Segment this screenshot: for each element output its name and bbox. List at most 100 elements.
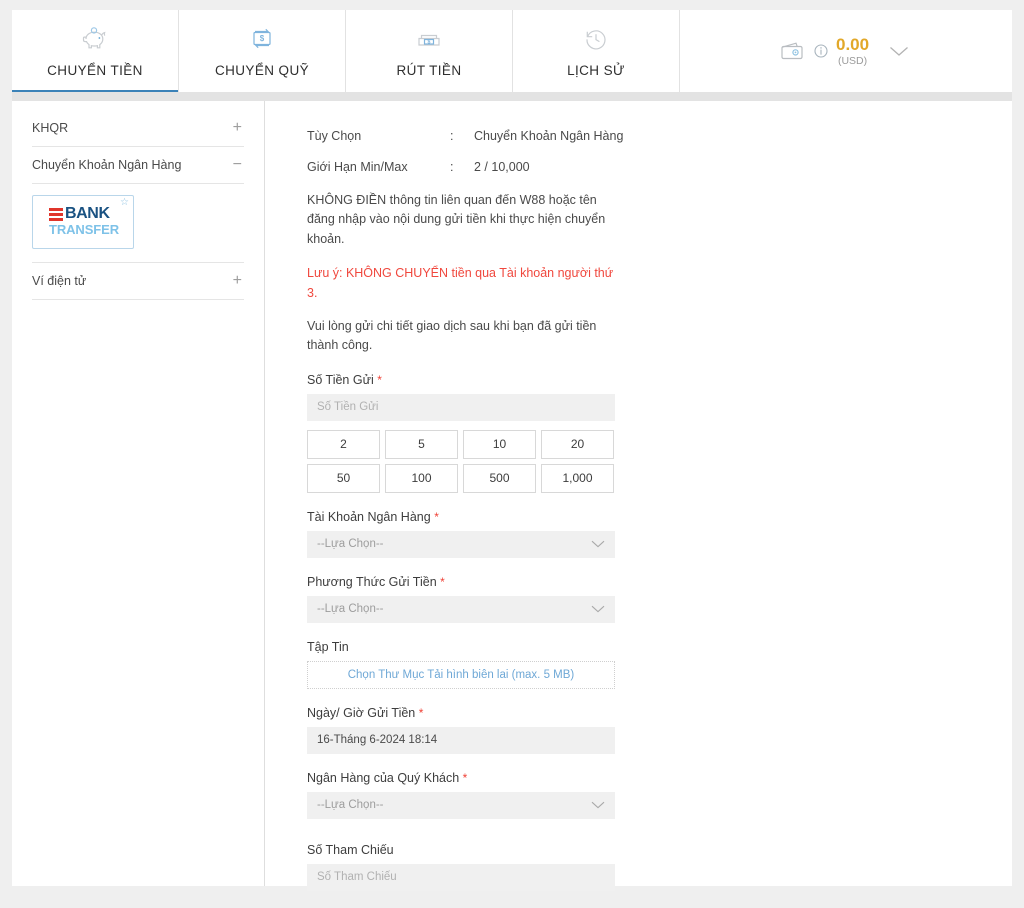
field-file-upload: Tập Tin Chọn Thư Mục Tải hình biên lai (… bbox=[307, 640, 615, 689]
wallet-icon bbox=[780, 40, 806, 62]
field-label: Số Tiền Gửi * bbox=[307, 373, 615, 387]
tab-chuyen-tien[interactable]: CHUYỂN TIỀN bbox=[12, 10, 179, 94]
info-key: Tùy Chọn bbox=[307, 129, 362, 143]
quick-amount-button[interactable]: 100 bbox=[385, 463, 458, 493]
star-icon[interactable]: ☆ bbox=[120, 198, 129, 208]
notice-text-primary: KHÔNG ĐIỀN thông tin liên quan đến W88 h… bbox=[307, 193, 606, 246]
tab-chuyen-quy[interactable]: $ CHUYỂN QUỸ bbox=[179, 10, 346, 92]
required-marker: * bbox=[440, 574, 445, 589]
sidebar-item-label: Chuyển Khoản Ngân Hàng bbox=[32, 158, 182, 172]
quick-amount-button[interactable]: 50 bbox=[307, 463, 380, 493]
tab-label: CHUYỂN TIỀN bbox=[47, 63, 143, 78]
red-bars-icon bbox=[49, 207, 63, 221]
quick-amount-grid: 2 5 10 20 50 100 500 1,000 bbox=[307, 429, 615, 493]
tab-label: LỊCH SỬ bbox=[567, 63, 625, 78]
transfer-funds-icon: $ bbox=[249, 24, 275, 54]
select-value: --Lựa Chọn-- bbox=[317, 799, 384, 812]
plus-icon[interactable]: + bbox=[233, 273, 244, 289]
sidebar-item-khqr[interactable]: KHQR + bbox=[32, 110, 244, 147]
tab-label: CHUYỂN QUỸ bbox=[214, 63, 309, 78]
quick-amount-button[interactable]: 10 bbox=[463, 429, 536, 459]
required-marker: * bbox=[462, 770, 468, 785]
required-marker: * bbox=[434, 509, 439, 524]
datetime-input[interactable]: 16-Tháng 6-2024 18:14 bbox=[307, 726, 615, 754]
quick-amount-button[interactable]: 20 bbox=[541, 429, 614, 459]
quick-amount-button[interactable]: 2 bbox=[307, 429, 380, 459]
label-text: Tập Tin bbox=[307, 639, 349, 654]
sidebar-item-label: KHQR bbox=[32, 121, 69, 135]
chevron-down-icon bbox=[591, 801, 605, 809]
sidebar-item-bank-transfer[interactable]: Chuyển Khoản Ngân Hàng − bbox=[32, 147, 244, 184]
select-value: --Lựa Chọn-- bbox=[317, 538, 384, 551]
amount-placeholder: Số Tiền Gửi bbox=[317, 401, 379, 414]
svg-text:$: $ bbox=[428, 39, 431, 45]
bank-logo-name: BANK bbox=[65, 205, 110, 223]
label-text: Số Tham Chiếu bbox=[307, 842, 394, 857]
bank-transfer-card[interactable]: ☆ BANK TRANSFER bbox=[32, 195, 134, 249]
content-area: KHQR + Chuyển Khoản Ngân Hàng − ☆ BANK T… bbox=[12, 101, 1012, 891]
info-value: Chuyển Khoản Ngân Hàng bbox=[474, 129, 624, 143]
label-text: Ngày/ Giờ Gửi Tiền bbox=[307, 705, 416, 720]
customer-bank-select[interactable]: --Lựa Chọn-- bbox=[307, 791, 615, 819]
quick-amount-button[interactable]: 5 bbox=[385, 429, 458, 459]
notice-text-secondary: Vui lòng gửi chi tiết giao dịch sau khi … bbox=[307, 318, 597, 353]
info-key: Giới Hạn Min/Max bbox=[307, 160, 408, 174]
bank-logo-subname: TRANSFER bbox=[49, 222, 119, 238]
page-root: CHUYỂN TIỀN $ CHUYỂN QUỸ $ RÚT TIỀN LỊCH… bbox=[0, 0, 1024, 908]
info-value: 2 / 10,000 bbox=[474, 160, 530, 174]
info-row-option: Tùy Chọn : Chuyển Khoản Ngân Hàng bbox=[307, 129, 1012, 143]
amount-input[interactable]: Số Tiền Gửi bbox=[307, 393, 615, 421]
file-upload-button[interactable]: Chọn Thư Mục Tải hình biên lai (max. 5 M… bbox=[307, 660, 615, 689]
info-row-limit: Giới Hạn Min/Max : 2 / 10,000 bbox=[307, 160, 1012, 174]
field-bank-account: Tài Khoản Ngân Hàng * --Lựa Chọn-- bbox=[307, 510, 615, 558]
quick-amount-button[interactable]: 500 bbox=[463, 463, 536, 493]
required-marker: * bbox=[377, 372, 382, 387]
info-separator: : bbox=[450, 129, 454, 143]
balance-currency: (USD) bbox=[837, 54, 868, 67]
wallet-balance[interactable]: 0.00 (USD) bbox=[780, 36, 909, 67]
field-label: Tập Tin bbox=[307, 640, 615, 654]
balance-amount-block: 0.00 (USD) bbox=[836, 36, 869, 67]
tab-lich-su[interactable]: LỊCH SỬ bbox=[513, 10, 680, 92]
chevron-down-icon bbox=[591, 540, 605, 548]
field-label: Ngày/ Giờ Gửi Tiền * bbox=[307, 706, 615, 720]
label-text: Tài Khoản Ngân Hàng bbox=[307, 509, 431, 524]
header-divider-band bbox=[12, 92, 1012, 101]
deposit-method-select[interactable]: --Lựa Chọn-- bbox=[307, 595, 615, 623]
quick-amount-button[interactable]: 1,000 bbox=[541, 463, 614, 493]
bank-logo-top: BANK bbox=[49, 206, 110, 222]
field-label: Phương Thức Gửi Tiền * bbox=[307, 575, 615, 589]
main-tab-bar: CHUYỂN TIỀN $ CHUYỂN QUỸ $ RÚT TIỀN LỊCH… bbox=[12, 10, 1012, 94]
field-label: Ngân Hàng của Quý Khách * bbox=[307, 771, 615, 785]
notice-text-warning: Lưu ý: KHÔNG CHUYỂN tiền qua Tài khoản n… bbox=[307, 266, 614, 300]
tab-label: RÚT TIỀN bbox=[396, 63, 462, 78]
field-customer-bank: Ngân Hàng của Quý Khách * --Lựa Chọn-- bbox=[307, 771, 615, 819]
reference-input[interactable]: Số Tham Chiếu bbox=[307, 863, 615, 891]
info-icon[interactable] bbox=[814, 44, 828, 58]
field-label: Số Tham Chiếu bbox=[307, 843, 615, 857]
field-deposit-method: Phương Thức Gửi Tiền * --Lựa Chọn-- bbox=[307, 575, 615, 623]
bank-account-select[interactable]: --Lựa Chọn-- bbox=[307, 530, 615, 558]
reference-placeholder: Số Tham Chiếu bbox=[317, 871, 397, 884]
sidebar-bank-options: ☆ BANK TRANSFER bbox=[32, 184, 244, 263]
field-amount: Số Tiền Gửi * Số Tiền Gửi 2 5 10 20 50 1… bbox=[307, 373, 615, 493]
svg-text:$: $ bbox=[260, 34, 265, 43]
history-clock-icon bbox=[583, 24, 609, 54]
label-text: Phương Thức Gửi Tiền bbox=[307, 574, 437, 589]
field-label: Tài Khoản Ngân Hàng * bbox=[307, 510, 615, 524]
tab-rut-tien[interactable]: $ RÚT TIỀN bbox=[346, 10, 513, 92]
minus-icon[interactable]: − bbox=[233, 157, 244, 173]
sidebar-item-ewallet[interactable]: Ví điện tử + bbox=[32, 263, 244, 300]
deposit-form: Tùy Chọn : Chuyển Khoản Ngân Hàng Giới H… bbox=[265, 101, 1012, 891]
info-separator: : bbox=[450, 160, 454, 174]
payment-method-sidebar: KHQR + Chuyển Khoản Ngân Hàng − ☆ BANK T… bbox=[12, 101, 265, 886]
sidebar-item-label: Ví điện tử bbox=[32, 274, 87, 288]
bank-logo: BANK TRANSFER bbox=[49, 206, 119, 237]
balance-amount: 0.00 bbox=[836, 34, 870, 54]
chevron-down-icon bbox=[591, 605, 605, 613]
withdraw-cash-icon: $ bbox=[415, 24, 443, 54]
chevron-down-icon[interactable] bbox=[889, 46, 909, 57]
required-marker: * bbox=[418, 705, 424, 720]
piggy-bank-icon bbox=[80, 24, 110, 54]
plus-icon[interactable]: + bbox=[233, 120, 244, 136]
